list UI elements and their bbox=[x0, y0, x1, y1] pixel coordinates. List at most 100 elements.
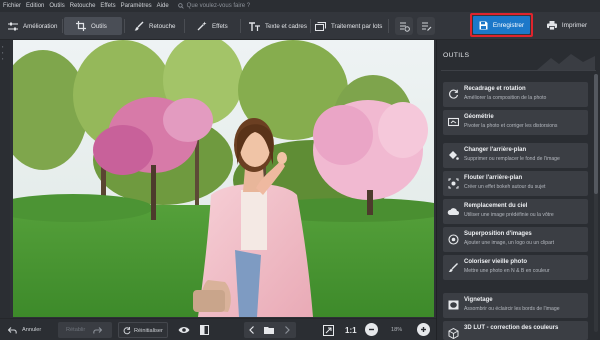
history-list-icon bbox=[421, 22, 431, 31]
tab-traitement-lots-label: Traitement par lots bbox=[331, 22, 383, 30]
tools-panel: OUTILS Recadrage et rotation Améliorer l… bbox=[436, 40, 600, 340]
tool-recadrage[interactable]: Recadrage et rotation Améliorer la compo… bbox=[443, 82, 588, 107]
chevron-left-icon bbox=[249, 326, 254, 334]
ruler-mark: ▪ bbox=[2, 56, 4, 61]
sky-icon bbox=[447, 205, 459, 217]
vignette-icon bbox=[447, 299, 459, 311]
tab-texte-cadres[interactable]: Texte et cadres bbox=[249, 17, 309, 35]
compare-button[interactable] bbox=[200, 323, 209, 337]
preview-eye-button[interactable] bbox=[178, 323, 190, 337]
redo-button[interactable]: Rétablir bbox=[58, 322, 112, 338]
tab-outils[interactable]: Outils bbox=[64, 17, 122, 35]
tab-texte-cadres-label: Texte et cadres bbox=[265, 22, 307, 30]
colorize-icon bbox=[447, 261, 459, 273]
tool-vignetage[interactable]: Vignetage Assombrir ou éclaircir les bor… bbox=[443, 293, 588, 318]
tool-desc: Supprimer ou remplacer le fond de l'imag… bbox=[464, 156, 560, 162]
blur-icon bbox=[447, 177, 459, 189]
tool-geometrie[interactable]: Géométrie Pivoter la photo et corriger l… bbox=[443, 110, 588, 135]
menu-fichier[interactable]: Fichier bbox=[3, 3, 21, 9]
menu-parametres[interactable]: Paramètres bbox=[121, 3, 152, 9]
tool-remplacement-ciel[interactable]: Remplacement du ciel Utiliser une image … bbox=[443, 199, 588, 224]
crop-icon bbox=[76, 21, 86, 31]
prev-image-button[interactable] bbox=[249, 323, 255, 337]
tool-title: Superposition d'images bbox=[464, 231, 532, 237]
mountain-decor-icon bbox=[537, 54, 595, 70]
menu-aide[interactable]: Aide bbox=[157, 3, 169, 9]
tab-effets[interactable]: Effets bbox=[197, 17, 237, 35]
tab-effets-label: Effets bbox=[212, 22, 228, 30]
reset-button[interactable]: Réinitialiser bbox=[118, 322, 168, 338]
reset-content: Réinitialiser bbox=[123, 324, 163, 338]
tool-changer-arriere-plan[interactable]: Changer l'arrière-plan Supprimer ou remp… bbox=[443, 143, 588, 168]
tool-title: Coloriser vieille photo bbox=[464, 259, 528, 265]
search-input[interactable]: Que voulez-vous faire ? bbox=[177, 3, 251, 9]
overlay-icon bbox=[447, 233, 459, 245]
geometry-icon bbox=[447, 116, 459, 128]
photo-editor-window: Fichier Edition Outils Retouche Effets P… bbox=[0, 0, 600, 340]
tab-retouche[interactable]: Retouche bbox=[134, 17, 186, 35]
tool-desc: Utiliser une image prédéfinie ou la vôtr… bbox=[464, 212, 554, 218]
zoom-1-1-button[interactable]: 1:1 bbox=[345, 323, 357, 337]
save-button[interactable]: Enregistrer bbox=[470, 13, 533, 37]
scrollbar-thumb[interactable] bbox=[594, 74, 598, 194]
tab-amelioration-label: Amélioration bbox=[23, 22, 58, 30]
image-navigation bbox=[244, 322, 296, 338]
tool-3d-lut[interactable]: 3D LUT - correction des couleurs bbox=[443, 321, 588, 340]
left-ruler: ▪ ▪ ▪ bbox=[0, 40, 10, 320]
plus-icon bbox=[421, 327, 426, 332]
zoom-in-button[interactable] bbox=[417, 323, 430, 336]
save-button-fill: Enregistrer bbox=[473, 16, 530, 34]
tool-desc: Ajouter une image, un logo ou un clipart bbox=[464, 240, 555, 246]
redo-icon bbox=[93, 326, 103, 334]
menu-retouche[interactable]: Retouche bbox=[70, 3, 96, 9]
search-placeholder: Que voulez-vous faire ? bbox=[186, 3, 251, 9]
tool-desc: Créer un effet bokeh autour du sujet bbox=[464, 184, 546, 190]
panel-scrollbar[interactable] bbox=[594, 74, 598, 332]
ruler-mark: ▪ bbox=[2, 50, 4, 55]
tool-flouter-arriere-plan[interactable]: Flouter l'arrière-plan Créer un effet bo… bbox=[443, 171, 588, 196]
redo-label: Rétablir bbox=[66, 327, 86, 333]
tab-traitement-lots[interactable]: Traitement par lots bbox=[315, 17, 385, 35]
menu-edition[interactable]: Edition bbox=[26, 3, 44, 9]
history-after-button[interactable] bbox=[417, 17, 435, 35]
history-before-button[interactable] bbox=[395, 17, 413, 35]
history-settings-icon bbox=[399, 22, 410, 32]
photo-canvas[interactable] bbox=[13, 40, 434, 317]
fill-bucket-icon bbox=[447, 149, 459, 161]
text-icon bbox=[249, 21, 260, 31]
chevron-right-icon bbox=[285, 326, 290, 334]
undo-label: Annuler bbox=[22, 327, 42, 333]
redo-content: Rétablir bbox=[66, 323, 103, 337]
menu-bar: Fichier Edition Outils Retouche Effets P… bbox=[0, 0, 600, 12]
tool-coloriser[interactable]: Coloriser vieille photo Mettre une photo… bbox=[443, 255, 588, 280]
tab-outils-label: Outils bbox=[91, 22, 107, 30]
save-label: Enregistrer bbox=[492, 21, 525, 29]
reset-label: Réinitialiser bbox=[134, 328, 163, 334]
printer-icon bbox=[546, 20, 557, 30]
zoom-out-button[interactable] bbox=[365, 323, 378, 336]
menu-outils[interactable]: Outils bbox=[49, 3, 64, 9]
next-image-button[interactable] bbox=[284, 323, 290, 337]
open-folder-button[interactable] bbox=[264, 323, 274, 337]
crop-rotate-icon bbox=[447, 88, 459, 100]
undo-button[interactable]: Annuler bbox=[8, 323, 41, 337]
menu-effets[interactable]: Effets bbox=[100, 3, 115, 9]
toolbar-divider bbox=[388, 19, 389, 33]
tab-amelioration[interactable]: Amélioration bbox=[8, 17, 60, 35]
tool-title: Recadrage et rotation bbox=[464, 86, 526, 92]
print-button[interactable]: Imprimer bbox=[538, 14, 596, 36]
zoom-level: 18% bbox=[391, 323, 402, 337]
magic-wand-icon bbox=[197, 21, 207, 31]
compare-icon bbox=[200, 325, 209, 335]
eye-icon bbox=[178, 327, 190, 333]
tool-desc: Pivoter la photo et corriger les distors… bbox=[464, 123, 558, 129]
reset-icon bbox=[123, 327, 131, 335]
toolbar-divider bbox=[240, 19, 241, 33]
sliders-icon bbox=[8, 22, 18, 30]
folder-icon bbox=[264, 327, 274, 334]
tool-title: Vignetage bbox=[464, 297, 493, 303]
panel-divider bbox=[441, 70, 596, 71]
fit-screen-button[interactable] bbox=[323, 323, 334, 337]
tool-superposition[interactable]: Superposition d'images Ajouter une image… bbox=[443, 227, 588, 252]
ruler-mark: ▪ bbox=[2, 44, 4, 49]
